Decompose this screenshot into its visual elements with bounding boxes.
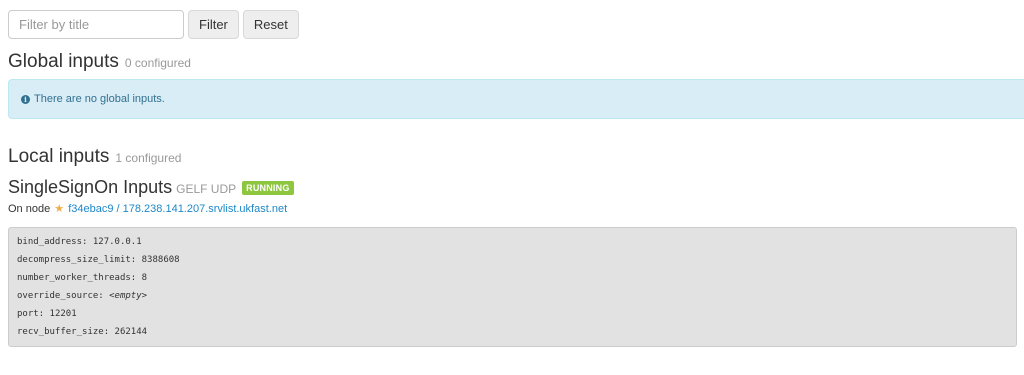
global-inputs-count: 0 configured bbox=[124, 56, 191, 70]
node-prefix: On node bbox=[8, 203, 51, 215]
star-icon: ★ bbox=[54, 203, 65, 215]
config-line: decompress_size_limit: 8388608 bbox=[17, 255, 180, 265]
global-inputs-title: Global inputs bbox=[8, 51, 119, 72]
config-line: override_source: <empty> bbox=[17, 291, 148, 301]
config-value: 127.0.0.1 bbox=[92, 237, 142, 247]
config-line: bind_address: 127.0.0.1 bbox=[17, 237, 142, 247]
status-badge: RUNNING bbox=[242, 181, 294, 195]
config-line: recv_buffer_size: 262144 bbox=[17, 327, 148, 337]
filter-input[interactable] bbox=[8, 10, 184, 39]
config-line: port: 12201 bbox=[17, 309, 77, 319]
config-key: port bbox=[17, 309, 39, 319]
global-inputs-alert: i There are no global inputs. bbox=[8, 79, 1024, 119]
global-inputs-heading: Global inputs 0 configured bbox=[8, 51, 191, 73]
input-type: GELF UDP bbox=[176, 182, 237, 196]
node-line: On node ★ f34ebac9 / 178.238.141.207.srv… bbox=[8, 202, 287, 215]
local-inputs-heading: Local inputs 1 configured bbox=[8, 146, 181, 168]
node-link[interactable]: f34ebac9 / 178.238.141.207.srvlist.ukfas… bbox=[68, 203, 287, 215]
info-icon: i bbox=[21, 94, 30, 104]
config-box: bind_address: 127.0.0.1 decompress_size_l… bbox=[8, 227, 1017, 347]
local-inputs-count: 1 configured bbox=[115, 151, 182, 165]
filter-button[interactable]: Filter bbox=[188, 10, 239, 39]
config-key: recv_buffer_size bbox=[17, 327, 104, 337]
config-key: number_worker_threads bbox=[17, 273, 131, 283]
config-key: decompress_size_limit bbox=[17, 255, 131, 265]
config-value: 8 bbox=[141, 273, 148, 283]
config-key: bind_address bbox=[17, 237, 83, 247]
input-title: SingleSignOn Inputs bbox=[8, 177, 173, 197]
alert-text: There are no global inputs. bbox=[34, 93, 165, 105]
reset-button[interactable]: Reset bbox=[242, 10, 299, 39]
local-inputs-title: Local inputs bbox=[8, 146, 110, 167]
config-key: override_source bbox=[17, 291, 99, 301]
config-value: <empty> bbox=[109, 291, 148, 301]
config-value: 8388608 bbox=[141, 255, 180, 265]
filter-bar: Filter Reset bbox=[8, 10, 299, 39]
config-line: number_worker_threads: 8 bbox=[17, 273, 148, 283]
input-header: SingleSignOn Inputs GELF UDP RUNNING bbox=[8, 177, 294, 198]
config-value: 262144 bbox=[114, 327, 148, 337]
config-value: 12201 bbox=[49, 309, 77, 319]
